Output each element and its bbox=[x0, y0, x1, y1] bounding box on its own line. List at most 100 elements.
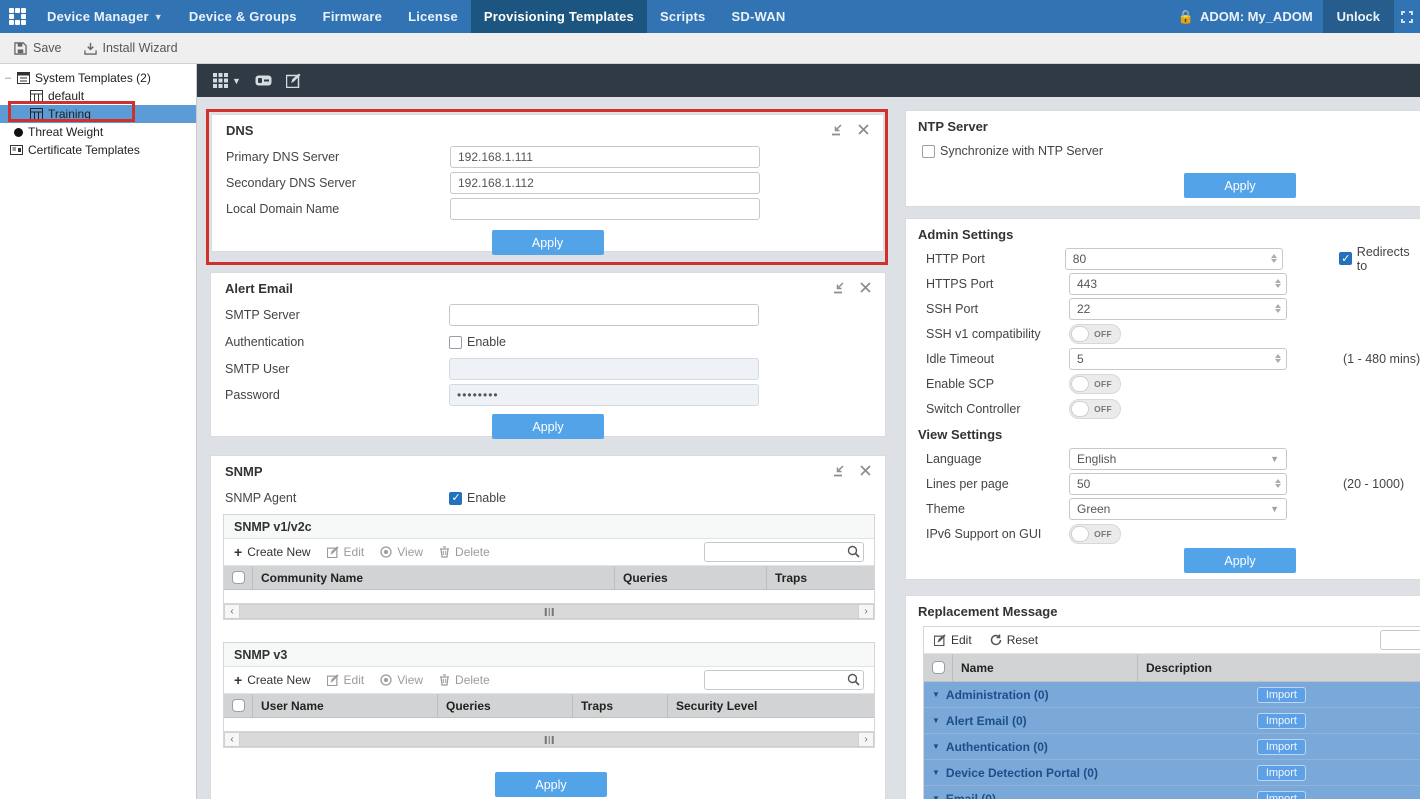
edit-button[interactable]: Edit bbox=[327, 545, 365, 559]
save-button[interactable]: Save bbox=[14, 41, 62, 55]
stepper-icon[interactable] bbox=[1275, 354, 1281, 363]
search-input[interactable] bbox=[704, 670, 864, 690]
view-button[interactable]: View bbox=[380, 545, 423, 559]
https-port-input[interactable] bbox=[1069, 273, 1287, 295]
table-row-device-detection-portal[interactable]: ▼Device Detection Portal (0) Import bbox=[924, 760, 1420, 786]
tree-item-default[interactable]: default bbox=[0, 87, 196, 105]
create-new-button[interactable]: +Create New bbox=[234, 672, 311, 688]
http-port-input[interactable] bbox=[1065, 248, 1283, 270]
secondary-dns-input[interactable] bbox=[450, 172, 760, 194]
edit-button[interactable]: Edit bbox=[934, 633, 972, 647]
language-select[interactable]: English▼ bbox=[1069, 448, 1287, 470]
collapse-expander-icon[interactable]: – bbox=[4, 72, 12, 84]
edit-mode-button[interactable] bbox=[286, 73, 301, 88]
redirects-checkbox[interactable] bbox=[1339, 252, 1352, 265]
ssh-v1-toggle[interactable]: OFF bbox=[1069, 324, 1121, 344]
tree-item-system-templates[interactable]: – System Templates (2) bbox=[0, 69, 196, 87]
import-button[interactable]: Import bbox=[1257, 687, 1306, 703]
ipv6-toggle[interactable]: OFF bbox=[1069, 524, 1121, 544]
tree-item-training[interactable]: Training bbox=[0, 105, 196, 123]
horizontal-scrollbar[interactable]: ‹ › bbox=[224, 731, 874, 747]
install-wizard-button[interactable]: Install Wizard bbox=[84, 41, 178, 55]
snmp-apply-button[interactable]: Apply bbox=[495, 772, 607, 797]
table-row-authentication[interactable]: ▼Authentication (0) Import bbox=[924, 734, 1420, 760]
password-input[interactable] bbox=[449, 384, 759, 406]
scroll-right-button[interactable]: › bbox=[858, 604, 874, 619]
view-mode-button[interactable]: ▼ bbox=[213, 73, 241, 88]
select-all-checkbox[interactable] bbox=[232, 699, 245, 712]
table-row-administration[interactable]: ▼Administration (0) Import bbox=[924, 682, 1420, 708]
ntp-sync-checkbox[interactable] bbox=[922, 145, 935, 158]
nav-sdwan[interactable]: SD-WAN bbox=[718, 0, 798, 33]
app-launcher-icon[interactable] bbox=[0, 0, 34, 33]
search-input[interactable] bbox=[1380, 630, 1420, 650]
stepper-icon[interactable] bbox=[1275, 479, 1281, 488]
ssh-port-input[interactable] bbox=[1069, 298, 1287, 320]
close-widget-icon[interactable] bbox=[860, 282, 871, 295]
widget-toggle-button[interactable] bbox=[255, 74, 272, 87]
stepper-icon[interactable] bbox=[1275, 304, 1281, 313]
enable-scp-toggle[interactable]: OFF bbox=[1069, 374, 1121, 394]
scroll-right-button[interactable]: › bbox=[858, 732, 874, 747]
switch-controller-toggle[interactable]: OFF bbox=[1069, 399, 1121, 419]
column-traps[interactable]: Traps bbox=[572, 694, 667, 717]
snmp-agent-enable-checkbox[interactable] bbox=[449, 492, 462, 505]
close-widget-icon[interactable] bbox=[858, 124, 869, 137]
close-widget-icon[interactable] bbox=[860, 465, 871, 478]
reset-button[interactable]: Reset bbox=[990, 633, 1038, 647]
delete-button[interactable]: Delete bbox=[439, 545, 490, 559]
column-queries[interactable]: Queries bbox=[437, 694, 572, 717]
select-all-checkbox[interactable] bbox=[232, 571, 245, 584]
scroll-left-button[interactable]: ‹ bbox=[224, 732, 240, 747]
dns-apply-button[interactable]: Apply bbox=[492, 230, 604, 255]
create-new-button[interactable]: +Create New bbox=[234, 544, 311, 560]
import-button[interactable]: Import bbox=[1257, 765, 1306, 781]
edit-button[interactable]: Edit bbox=[327, 673, 365, 687]
nav-scripts[interactable]: Scripts bbox=[647, 0, 718, 33]
horizontal-scrollbar[interactable]: ‹ › bbox=[224, 603, 874, 619]
table-row-email[interactable]: ▼Email (0) Import bbox=[924, 786, 1420, 799]
stepper-icon[interactable] bbox=[1271, 254, 1277, 263]
view-button[interactable]: View bbox=[380, 673, 423, 687]
collapse-widget-icon[interactable] bbox=[831, 124, 844, 137]
theme-select[interactable]: Green▼ bbox=[1069, 498, 1287, 520]
collapse-widget-icon[interactable] bbox=[833, 282, 846, 295]
nav-device-groups[interactable]: Device & Groups bbox=[176, 0, 310, 33]
nav-provisioning-templates[interactable]: Provisioning Templates bbox=[471, 0, 647, 33]
smtp-user-input[interactable] bbox=[449, 358, 759, 380]
column-queries[interactable]: Queries bbox=[614, 566, 766, 589]
column-traps[interactable]: Traps bbox=[766, 566, 874, 589]
idle-timeout-input[interactable] bbox=[1069, 348, 1287, 370]
nav-license[interactable]: License bbox=[395, 0, 471, 33]
ntp-apply-button[interactable]: Apply bbox=[1184, 173, 1296, 198]
nav-firmware[interactable]: Firmware bbox=[310, 0, 395, 33]
import-button[interactable]: Import bbox=[1257, 739, 1306, 755]
alert-email-apply-button[interactable]: Apply bbox=[492, 414, 604, 439]
import-button[interactable]: Import bbox=[1257, 713, 1306, 729]
column-description[interactable]: Description bbox=[1137, 654, 1420, 681]
column-user-name[interactable]: User Name bbox=[252, 694, 437, 717]
import-button[interactable]: Import bbox=[1257, 791, 1306, 799]
delete-button[interactable]: Delete bbox=[439, 673, 490, 687]
admin-apply-button[interactable]: Apply bbox=[1184, 548, 1296, 573]
collapse-widget-icon[interactable] bbox=[833, 465, 846, 478]
stepper-icon[interactable] bbox=[1275, 279, 1281, 288]
tree-item-threat-weight[interactable]: Threat Weight bbox=[0, 123, 196, 141]
scroll-left-button[interactable]: ‹ bbox=[224, 604, 240, 619]
local-domain-input[interactable] bbox=[450, 198, 760, 220]
column-security-level[interactable]: Security Level bbox=[667, 694, 874, 717]
authentication-enable-checkbox[interactable] bbox=[449, 336, 462, 349]
table-row-alert-email[interactable]: ▼Alert Email (0) Import bbox=[924, 708, 1420, 734]
column-name[interactable]: Name bbox=[952, 654, 1137, 681]
fullscreen-icon[interactable] bbox=[1394, 0, 1420, 33]
tree-item-certificate-templates[interactable]: Certificate Templates bbox=[0, 141, 196, 159]
unlock-button[interactable]: Unlock bbox=[1323, 0, 1394, 33]
nav-device-manager[interactable]: Device Manager ▼ bbox=[34, 0, 176, 33]
column-community-name[interactable]: Community Name bbox=[252, 566, 614, 589]
lines-per-page-input[interactable] bbox=[1069, 473, 1287, 495]
select-all-checkbox[interactable] bbox=[932, 661, 945, 674]
search-input[interactable] bbox=[704, 542, 864, 562]
primary-dns-input[interactable] bbox=[450, 146, 760, 168]
smtp-server-input[interactable] bbox=[449, 304, 759, 326]
idle-timeout-hint: (1 - 480 mins) bbox=[1343, 352, 1420, 366]
